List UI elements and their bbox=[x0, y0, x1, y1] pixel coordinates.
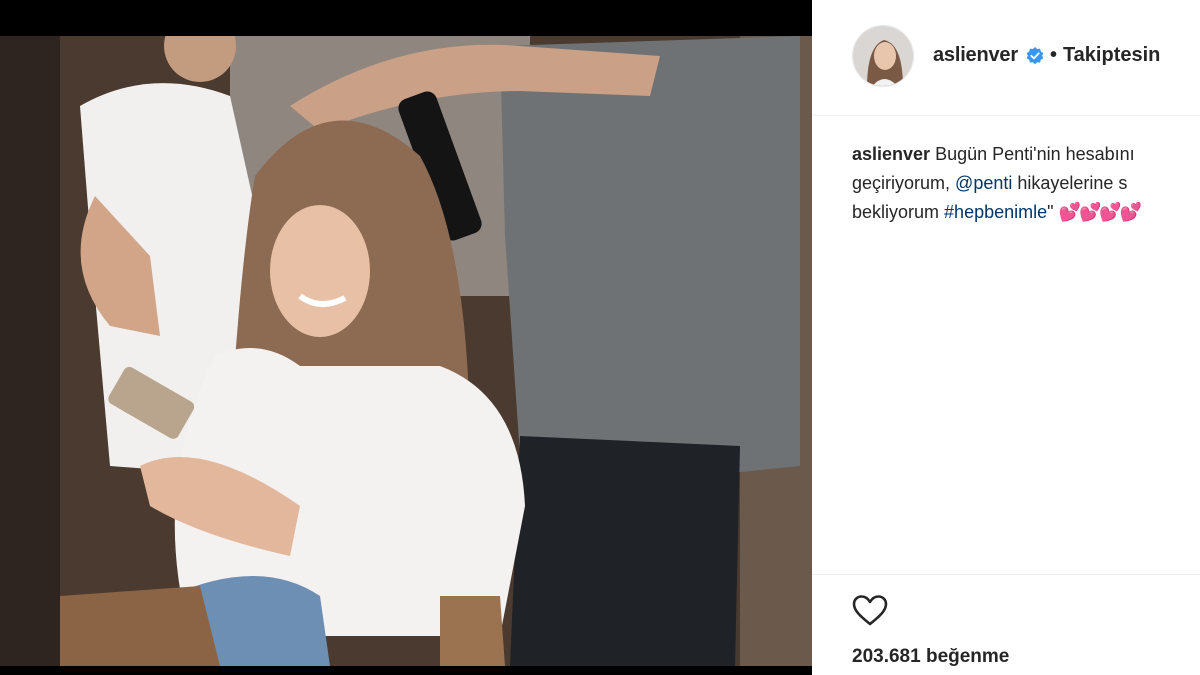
header-text: aslienver • Takiptesin bbox=[933, 44, 1160, 67]
verified-badge-icon bbox=[1026, 46, 1044, 65]
caption-line-1: aslienver Bugün Penti'nin hesabını bbox=[852, 140, 1200, 169]
post-caption: aslienver Bugün Penti'nin hesabını geçir… bbox=[852, 140, 1200, 227]
caption-text-1: Bugün Penti'nin hesabını bbox=[935, 144, 1135, 164]
caption-line-3: bekliyorum #hepbenimle" 💕💕💕💕 bbox=[852, 198, 1200, 227]
post-actions: 203.681 beğenme bbox=[812, 574, 1200, 675]
caption-text-2a: geçiriyorum, bbox=[852, 173, 951, 193]
following-button[interactable]: Takiptesin bbox=[1063, 44, 1160, 67]
caption-text-2b: hikayelerine s bbox=[1017, 173, 1128, 193]
likes-count[interactable]: 203.681 beğenme bbox=[852, 646, 1009, 668]
post-photo[interactable] bbox=[0, 36, 812, 666]
photo-illustration bbox=[0, 36, 812, 666]
avatar[interactable] bbox=[852, 25, 914, 87]
post-header: aslienver • Takiptesin bbox=[812, 0, 1200, 116]
post-side-panel: aslienver • Takiptesin aslienver Bugün P… bbox=[812, 0, 1200, 675]
separator-dot: • bbox=[1049, 44, 1057, 66]
hearts-emoji: 💕💕💕💕 bbox=[1058, 202, 1143, 222]
media-panel bbox=[0, 0, 812, 675]
caption-quote: " bbox=[1047, 202, 1054, 222]
heart-outline-icon[interactable] bbox=[850, 591, 890, 631]
caption-text-3a: bekliyorum bbox=[852, 202, 940, 222]
avatar-image bbox=[853, 26, 913, 86]
username-link[interactable]: aslienver bbox=[933, 44, 1018, 67]
caption-line-2: geçiriyorum, @penti hikayelerine s bbox=[852, 169, 1200, 198]
caption-username[interactable]: aslienver bbox=[852, 144, 930, 164]
mention-link[interactable]: @penti bbox=[955, 173, 1012, 193]
hashtag-link[interactable]: #hepbenimle bbox=[944, 202, 1047, 222]
